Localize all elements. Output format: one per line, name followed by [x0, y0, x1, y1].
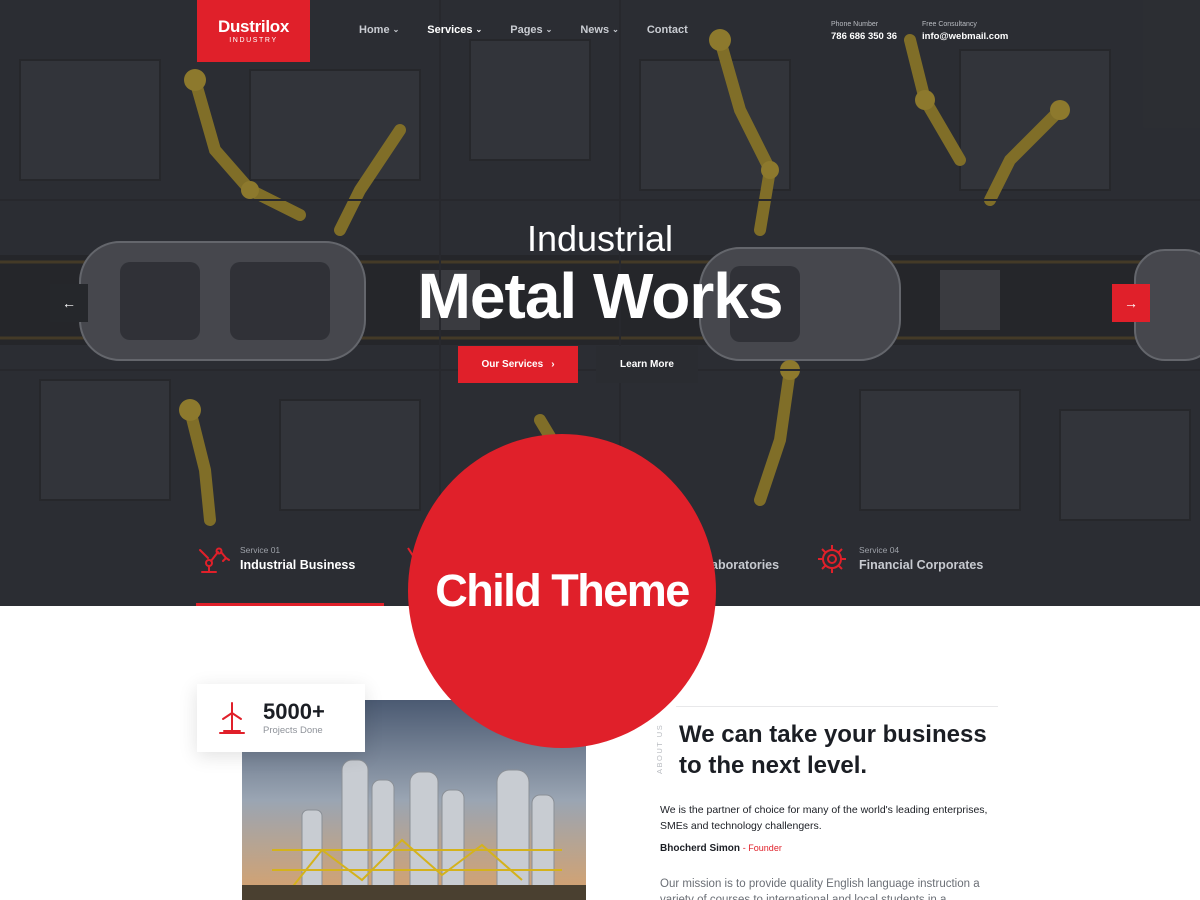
nav-item-services[interactable]: Services ⌄ [427, 24, 482, 36]
chevron-down-icon: ⌄ [475, 25, 483, 34]
service-tab-4[interactable]: Service 04 Financial Corporates [815, 540, 983, 576]
slider-next-button[interactable]: → [1112, 284, 1150, 322]
service-tab-3[interactable]: . aboratories [711, 540, 779, 574]
stat-label: Projects Done [263, 724, 323, 736]
stat-value: 5000+ [263, 698, 325, 724]
email-label: Free Consultancy [922, 21, 977, 28]
chevron-down-icon: ⌄ [392, 25, 400, 34]
service-number: Service 04 [859, 545, 900, 555]
wind-turbine-icon [219, 702, 245, 734]
about-mission: Our mission is to provide quality Englis… [660, 878, 980, 900]
active-service-indicator [196, 603, 384, 606]
slider-prev-button[interactable]: ← [50, 284, 88, 322]
our-services-button[interactable]: Our Services › [458, 346, 578, 383]
nav-item-home[interactable]: Home ⌄ [359, 24, 399, 36]
header-email: Free Consultancy info@webmail.com [922, 20, 1008, 43]
about-author: Bhocherd Simon - Founder [660, 843, 782, 854]
nav-label: News [580, 24, 610, 36]
phone-number[interactable]: 786 686 350 36 [831, 30, 897, 43]
header-phone: Phone Number 786 686 350 36 [831, 20, 897, 43]
chevron-down-icon: ⌄ [612, 25, 619, 34]
gear-icon [818, 545, 846, 573]
service-title: Industrial Business [240, 558, 356, 572]
phone-label: Phone Number [831, 21, 879, 28]
author-role: - Founder [742, 843, 782, 853]
nav-label: Contact [646, 24, 688, 36]
vertical-label-text: ABOUT US [655, 723, 664, 774]
projects-stat-card: 5000+ Projects Done [197, 684, 365, 752]
nav-item-news[interactable]: News ⌄ [580, 24, 618, 36]
nav-item-pages[interactable]: Pages ⌄ [510, 24, 552, 36]
nav-label: Home [359, 24, 390, 36]
about-vertical-label: ABOUT US [655, 724, 667, 774]
badge-text: Child Theme [435, 565, 690, 616]
robot-arm-icon [199, 547, 230, 573]
hero-title: Metal Works [417, 260, 784, 332]
service-title: Financial Corporates [859, 558, 984, 572]
chevron-down-icon: ⌄ [545, 25, 553, 34]
service-title: aboratories [711, 558, 780, 572]
about-heading: We can take your business to the next le… [679, 721, 987, 779]
button-label: Learn More [620, 359, 674, 370]
author-name: Bhocherd Simon [660, 843, 741, 854]
about-divider [676, 706, 998, 707]
service-tab-1[interactable]: Service 01 Industrial Business [196, 540, 355, 576]
logo-name: Dustrilox [218, 16, 289, 36]
main-nav: Home ⌄ Services ⌄ Pages ⌄ News ⌄ Contact [359, 24, 716, 36]
child-theme-badge: Child Theme [408, 434, 716, 748]
learn-more-button[interactable]: Learn More [596, 346, 698, 383]
button-label: Our Services [481, 359, 544, 370]
hero-subtitle: Industrial [526, 218, 674, 259]
service-number: Service 01 [240, 545, 281, 555]
site-logo[interactable]: Dustrilox INDUSTRY [197, 0, 310, 62]
nav-item-contact[interactable]: Contact [647, 24, 688, 36]
arrow-left-icon: ← [62, 295, 76, 311]
logo-tagline: INDUSTRY [229, 36, 278, 44]
about-lead: We is the partner of choice for many of … [660, 804, 988, 832]
email-address[interactable]: info@webmail.com [922, 30, 1008, 43]
arrow-right-icon: → [1124, 295, 1138, 311]
nav-label: Services [427, 24, 473, 36]
chevron-right-icon: › [551, 359, 555, 370]
nav-label: Pages [510, 24, 543, 36]
